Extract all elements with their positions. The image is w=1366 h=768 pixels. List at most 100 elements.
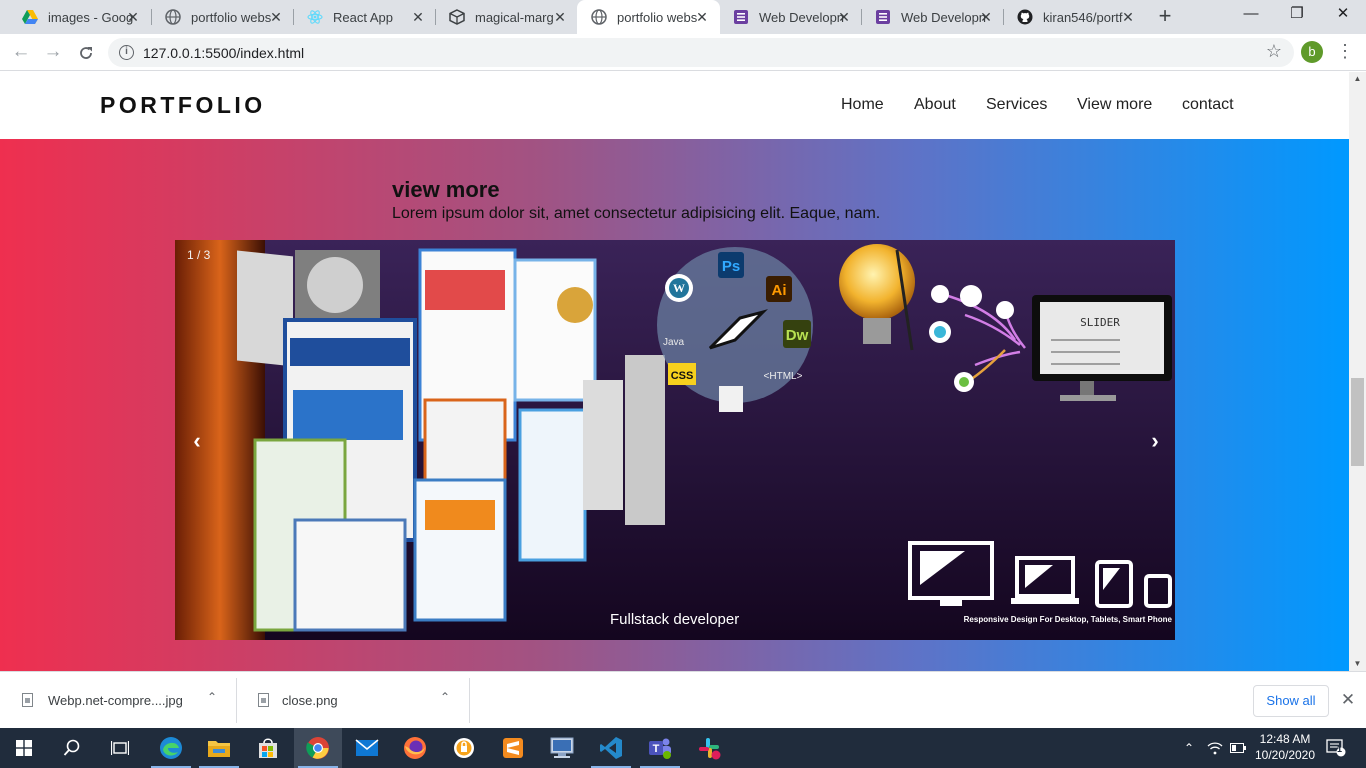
file-icon	[258, 693, 269, 707]
tab-close-icon[interactable]: ✕	[268, 9, 284, 25]
section-title: view more	[392, 177, 500, 202]
scroll-down-icon[interactable]: ▼	[1349, 657, 1366, 671]
profile-avatar[interactable]: b	[1301, 41, 1323, 63]
tab-title: portfolio webs	[617, 9, 698, 25]
store-icon[interactable]	[244, 728, 292, 768]
tab-title: React App	[333, 9, 393, 25]
tab-title: Web Developn	[759, 9, 845, 25]
page-scrollbar[interactable]: ▲ ▼	[1349, 72, 1366, 671]
chevron-up-icon[interactable]: ⌃	[204, 690, 220, 708]
clock-time: 12:48 AM	[1259, 732, 1311, 746]
scroll-up-icon[interactable]: ▲	[1349, 72, 1366, 86]
site-info-icon[interactable]: i	[119, 45, 134, 60]
responsive-design-text: Responsive Design For Desktop, Tablets, …	[964, 615, 1173, 624]
download-filename[interactable]: Webp.net-compre....jpg	[48, 693, 183, 708]
minimize-button[interactable]: —	[1228, 0, 1274, 30]
globe-icon	[591, 9, 607, 25]
tab-close-icon[interactable]: ✕	[125, 9, 141, 25]
browser-menu-icon[interactable]: ⋮	[1336, 41, 1354, 63]
google-drive-icon	[22, 9, 38, 25]
site-logo[interactable]: PORTFOLIO	[100, 92, 266, 119]
image-slider[interactable]: Ps Ai Dw W Java CSS <HTML> SLIDER Respon…	[175, 240, 1175, 640]
teams-icon[interactable]: T	[636, 728, 684, 768]
show-all-downloads-button[interactable]: Show all	[1253, 685, 1329, 717]
html-text: <HTML>	[764, 371, 803, 382]
tab-close-icon[interactable]: ✕	[410, 9, 426, 25]
back-arrow-icon[interactable]: ←	[9, 41, 33, 65]
url-text[interactable]: 127.0.0.1:5500/index.html	[143, 45, 304, 61]
search-icon[interactable]	[48, 728, 96, 768]
nav-home[interactable]: Home	[841, 96, 884, 114]
firefox-icon[interactable]	[391, 728, 439, 768]
tab-close-icon[interactable]: ✕	[552, 9, 568, 25]
clock-date: 10/20/2020	[1254, 748, 1316, 762]
tab-title: Web Developn	[901, 9, 987, 25]
download-shelf: Webp.net-compre....jpg ⌃ close.png ⌃ Sho…	[0, 671, 1366, 728]
slide-image: Ps Ai Dw W Java CSS <HTML> SLIDER Respon…	[175, 240, 1175, 640]
battery-icon[interactable]	[1228, 728, 1248, 768]
ai-text: Ai	[772, 282, 787, 299]
maximize-button[interactable]: ❐	[1274, 0, 1320, 30]
address-bar[interactable]: i 127.0.0.1:5500/index.html ☆	[108, 38, 1294, 67]
tab-close-icon[interactable]: ✕	[1120, 9, 1136, 25]
browser-tab-strip: images - Goog ✕ portfolio webs ✕ React A…	[0, 0, 1366, 34]
browser-tab-7[interactable]: Web Developn ✕	[861, 0, 1004, 34]
browser-tab-5-active[interactable]: portfolio webs ✕	[577, 0, 720, 34]
tab-title: images - Goog	[48, 9, 134, 25]
view-more-section: view more Lorem ipsum dolor sit, amet co…	[0, 139, 1349, 671]
tab-close-icon[interactable]: ✕	[978, 9, 994, 25]
download-item[interactable]: Webp.net-compre....jpg ⌃	[0, 672, 236, 729]
svg-text:W: W	[673, 281, 685, 295]
tab-title: kiran546/portf	[1043, 9, 1123, 25]
task-view-icon[interactable]	[96, 728, 144, 768]
browser-tab-1[interactable]: images - Goog ✕	[8, 0, 151, 34]
nav-view-more[interactable]: View more	[1077, 96, 1152, 114]
wifi-icon[interactable]	[1204, 728, 1226, 768]
scrollbar-thumb[interactable]	[1351, 378, 1364, 466]
close-window-button[interactable]: ✕	[1320, 0, 1366, 30]
edge-icon[interactable]	[147, 728, 195, 768]
java-text: Java	[663, 337, 685, 348]
css-text: CSS	[671, 370, 694, 382]
browser-toolbar: ← → i 127.0.0.1:5500/index.html ☆	[0, 34, 1366, 71]
nav-about[interactable]: About	[914, 96, 956, 114]
tab-close-icon[interactable]: ✕	[694, 9, 710, 25]
slack-icon[interactable]	[685, 728, 733, 768]
browser-tab-3[interactable]: React App ✕	[293, 0, 436, 34]
github-icon	[1017, 9, 1033, 25]
tab-close-icon[interactable]: ✕	[836, 9, 852, 25]
mail-icon[interactable]	[343, 728, 391, 768]
vpn-shield-icon[interactable]	[440, 728, 488, 768]
slide-next-button[interactable]: ›	[1143, 430, 1167, 454]
notification-count: 1	[1337, 744, 1343, 754]
notification-center-icon[interactable]: 1	[1322, 728, 1350, 768]
download-divider	[469, 678, 470, 723]
nav-contact[interactable]: contact	[1182, 96, 1234, 114]
windows-start-icon[interactable]	[0, 728, 48, 768]
system-clock[interactable]: 12:48 AM 10/20/2020	[1252, 731, 1318, 763]
download-item[interactable]: close.png ⌃	[236, 672, 469, 729]
nav-services[interactable]: Services	[986, 96, 1047, 114]
dw-text: Dw	[786, 327, 809, 344]
browser-tab-6[interactable]: Web Developn ✕	[719, 0, 862, 34]
file-explorer-icon[interactable]	[195, 728, 243, 768]
sublime-text-icon[interactable]	[489, 728, 537, 768]
reload-icon[interactable]	[74, 41, 98, 65]
chevron-up-icon[interactable]: ⌃	[1180, 728, 1198, 768]
chrome-icon[interactable]	[294, 728, 342, 768]
tab-title: portfolio webs	[191, 9, 272, 25]
download-filename[interactable]: close.png	[282, 693, 338, 708]
forward-arrow-icon[interactable]: →	[41, 41, 65, 65]
browser-tab-8[interactable]: kiran546/portf ✕	[1003, 0, 1146, 34]
browser-tab-2[interactable]: portfolio webs ✕	[151, 0, 294, 34]
chevron-up-icon[interactable]: ⌃	[437, 690, 453, 708]
vscode-icon[interactable]	[587, 728, 635, 768]
tab-title: magical-marg	[475, 9, 554, 25]
bookmark-star-icon[interactable]: ☆	[1266, 41, 1282, 62]
slide-prev-button[interactable]: ‹	[185, 430, 209, 454]
browser-tab-4[interactable]: magical-marg ✕	[435, 0, 578, 34]
new-tab-button[interactable]: +	[1154, 5, 1176, 28]
close-shelf-icon[interactable]: ✕	[1339, 690, 1357, 710]
purple-doc-icon	[733, 9, 749, 25]
remote-desktop-icon[interactable]	[538, 728, 586, 768]
